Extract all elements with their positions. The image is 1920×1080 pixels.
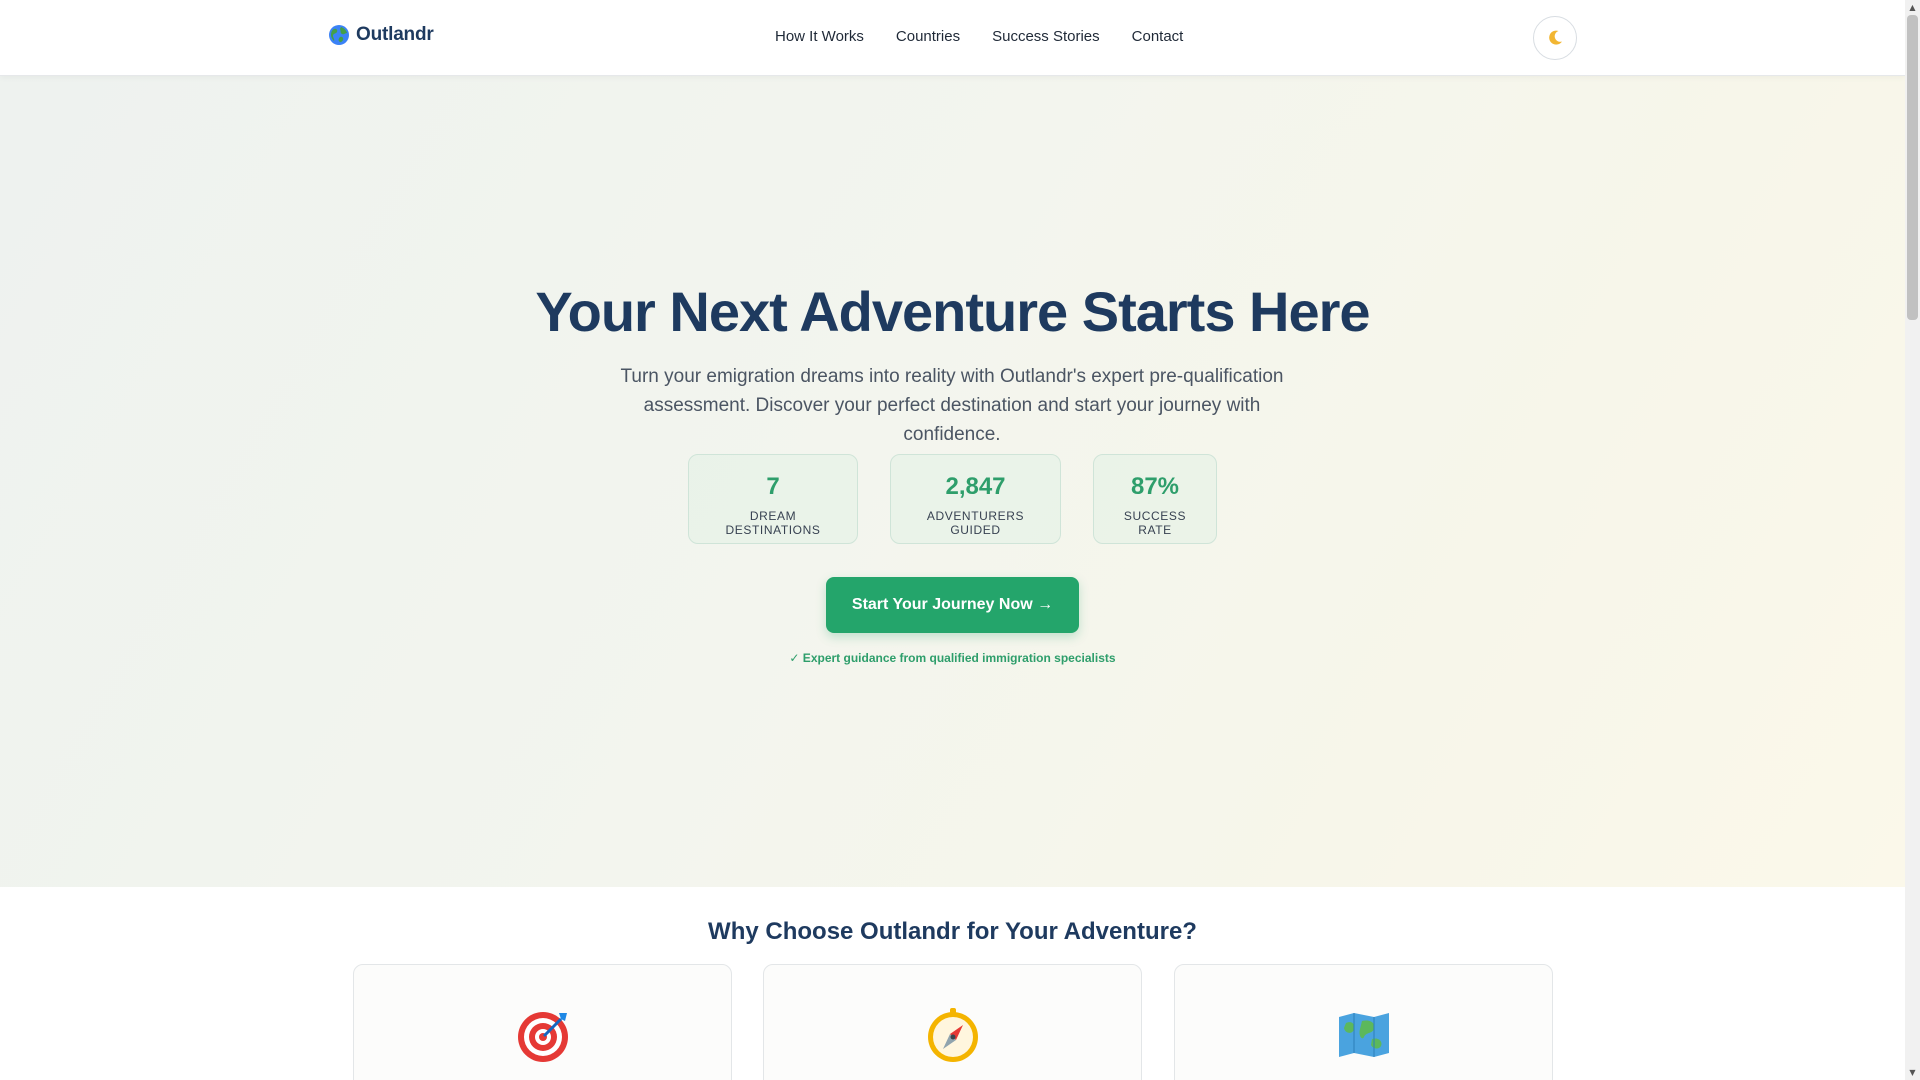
compass-icon [928,1008,978,1062]
nav-link-countries[interactable]: Countries [896,28,960,45]
scroll-down-arrow-icon[interactable]: ▼ [1905,1065,1920,1080]
hero-subtitle: Turn your emigration dreams into reality… [620,366,1284,445]
nav-link-contact[interactable]: Contact [1132,28,1184,45]
stat-label: DREAM DESTINATIONS [725,509,821,537]
stat-card-destinations: 7 DREAM DESTINATIONS [688,454,858,544]
page-scrollbar[interactable]: ▲ ▼ [1905,0,1920,1080]
hero-section: Your Next Adventure Starts Here Turn you… [0,76,1905,887]
stat-value: 87% [1130,473,1180,500]
nav-links: How It Works Countries Success Stories C… [775,28,1183,45]
target-icon [518,1012,568,1062]
stat-card-success-rate: 87% SUCCESS RATE [1093,454,1217,544]
stat-card-adventurers: 2,847 ADVENTURERS GUIDED [890,454,1061,544]
stat-value: 2,847 [945,473,1006,500]
scroll-up-arrow-icon[interactable]: ▲ [1905,0,1920,15]
stat-label: ADVENTURERS GUIDED [926,509,1025,537]
page: Outlandr How It Works Countries Success … [0,0,1905,1080]
moon-icon [1549,30,1562,45]
hero-title: Your Next Adventure Starts Here [535,280,1370,343]
brand-logo[interactable]: Outlandr [328,24,434,46]
map-icon [1339,1013,1389,1057]
features-title: Why Choose Outlandr for Your Adventure? [708,918,1197,945]
start-journey-button[interactable]: Start Your Journey Now → [826,577,1079,633]
stat-label: SUCCESS RATE [1123,509,1187,537]
globe-icon [329,25,349,45]
scrollbar-thumb[interactable] [1907,15,1918,320]
stat-value: 7 [766,473,780,500]
feature-card-map [1174,964,1553,1080]
brand-name: Outlandr [356,24,434,45]
feature-card-compass [763,964,1142,1080]
stats-row: 7 DREAM DESTINATIONS 2,847 ADVENTURERS G… [0,454,1905,544]
nav-link-how-it-works[interactable]: How It Works [775,28,864,45]
guarantee-note: ✓ Expert guidance from qualified immigra… [789,651,1116,665]
theme-toggle-button[interactable] [1533,16,1577,60]
nav-link-success-stories[interactable]: Success Stories [992,28,1100,45]
navbar: Outlandr How It Works Countries Success … [0,0,1905,76]
feature-card-target [353,964,732,1080]
